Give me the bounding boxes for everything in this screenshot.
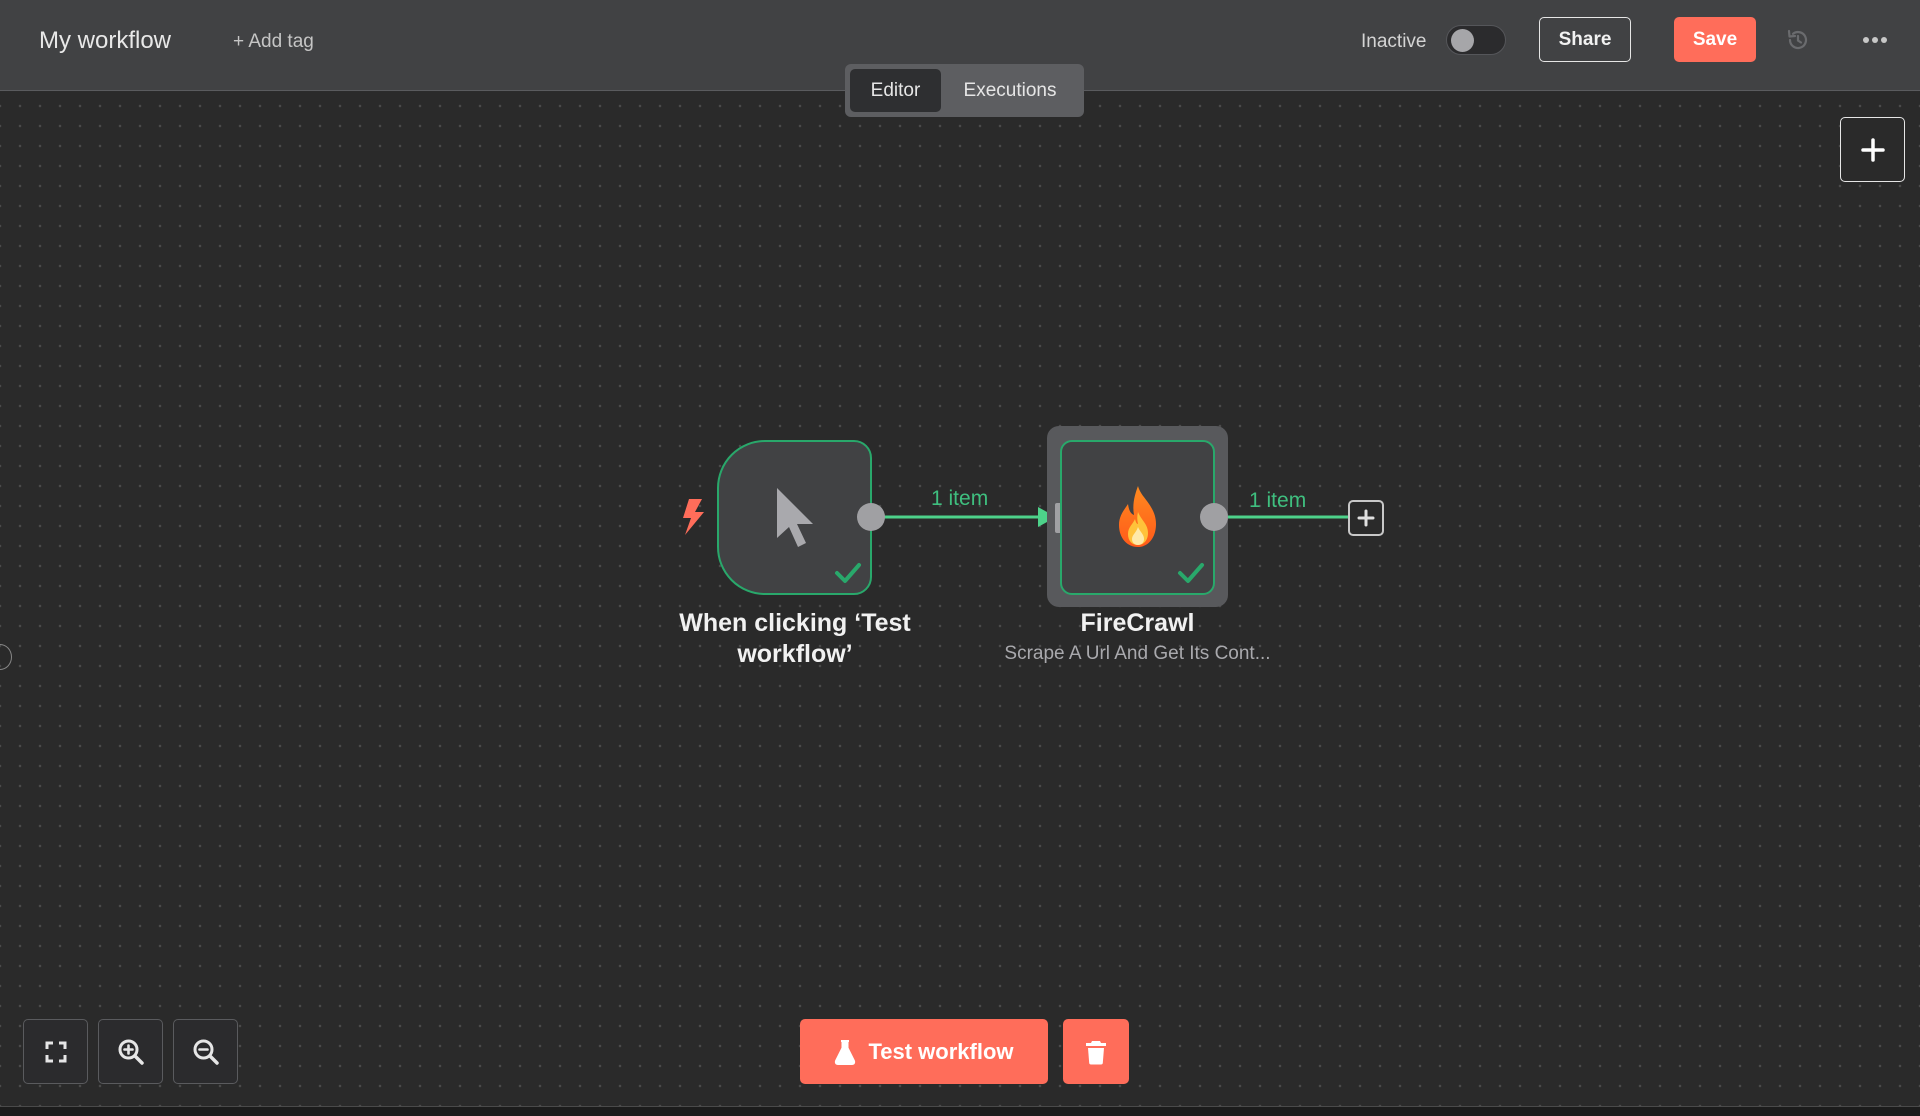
plus-icon [1357,509,1375,527]
zoom-out-button[interactable] [173,1019,238,1084]
fire-icon [1119,486,1156,547]
connection-item-count-2: 1 item [1249,489,1307,512]
bolt-icon [683,499,704,535]
zoom-out-icon [193,1039,219,1065]
connections-layer [880,507,1348,527]
zoom-to-fit-button[interactable] [23,1019,88,1084]
node-title-trigger: When clicking ‘Test workflow’ [679,609,911,668]
node-title-firecrawl: FireCrawl [1080,609,1195,637]
trash-icon [1086,1040,1106,1064]
node-subtitle-firecrawl: Scrape A Url And Get Its Cont... [1004,643,1271,664]
flask-icon [835,1039,856,1065]
node-manual-trigger[interactable] [717,440,872,595]
zoom-in-icon [118,1039,144,1065]
delete-button[interactable] [1063,1019,1129,1084]
bottom-strip [0,1106,1920,1116]
firecrawl-output-port[interactable] [1200,503,1228,531]
connection-item-count-1: 1 item [931,487,989,510]
test-workflow-button[interactable]: Test workflow [800,1019,1048,1084]
zoom-in-button[interactable] [98,1019,163,1084]
fullscreen-icon [45,1041,66,1062]
check-icon [835,563,861,583]
check-icon [1178,563,1204,583]
mouse-pointer-icon [777,488,813,547]
trigger-output-port[interactable] [857,503,885,531]
test-workflow-label: Test workflow [868,1038,1014,1064]
add-next-node-button[interactable] [1348,500,1384,536]
node-firecrawl[interactable] [1060,440,1215,595]
